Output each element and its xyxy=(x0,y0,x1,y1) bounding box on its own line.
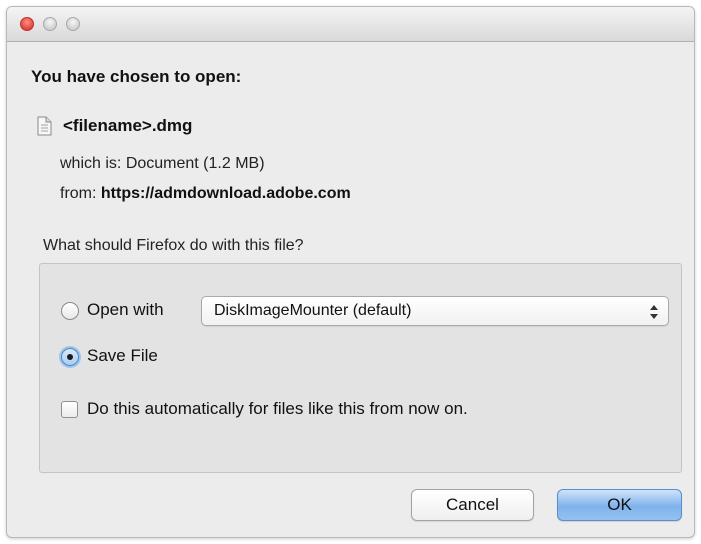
document-icon xyxy=(33,115,55,137)
zoom-window-button[interactable] xyxy=(66,17,80,31)
action-question: What should Firefox do with this file? xyxy=(43,237,304,254)
action-options-group: Open with DiskImageMounter (default) Sav… xyxy=(39,263,682,473)
select-updown-arrows-icon xyxy=(649,303,659,321)
auto-action-label[interactable]: Do this automatically for files like thi… xyxy=(87,399,468,419)
minimize-window-button[interactable] xyxy=(43,17,57,31)
from-label: from: xyxy=(60,185,97,202)
title-bar[interactable] xyxy=(7,7,694,42)
dialog-heading: You have chosen to open: xyxy=(31,67,242,86)
file-name: <filename>.dmg xyxy=(63,116,193,135)
close-window-button[interactable] xyxy=(20,17,34,31)
open-with-app-value: DiskImageMounter (default) xyxy=(214,302,412,319)
file-type-line: which is: Document (1.2 MB) xyxy=(60,155,265,173)
open-with-app-select[interactable]: DiskImageMounter (default) xyxy=(201,296,669,326)
file-row: <filename>.dmg xyxy=(33,115,192,137)
file-type-value: Document (1.2 MB) xyxy=(125,155,265,172)
file-source-value: https://admdownload.adobe.com xyxy=(100,185,351,202)
which-is-label: which is: xyxy=(60,155,122,172)
ok-button[interactable]: OK xyxy=(557,489,682,521)
save-file-radio[interactable] xyxy=(61,348,79,366)
file-source-line: from: https://admdownload.adobe.com xyxy=(60,185,351,203)
open-with-radio[interactable] xyxy=(61,302,79,320)
save-file-label[interactable]: Save File xyxy=(87,346,158,366)
cancel-button[interactable]: Cancel xyxy=(411,489,534,521)
open-with-label[interactable]: Open with xyxy=(87,300,164,320)
auto-action-checkbox[interactable] xyxy=(61,401,78,418)
download-dialog: You have chosen to open: <filename>.dmg … xyxy=(6,6,695,538)
